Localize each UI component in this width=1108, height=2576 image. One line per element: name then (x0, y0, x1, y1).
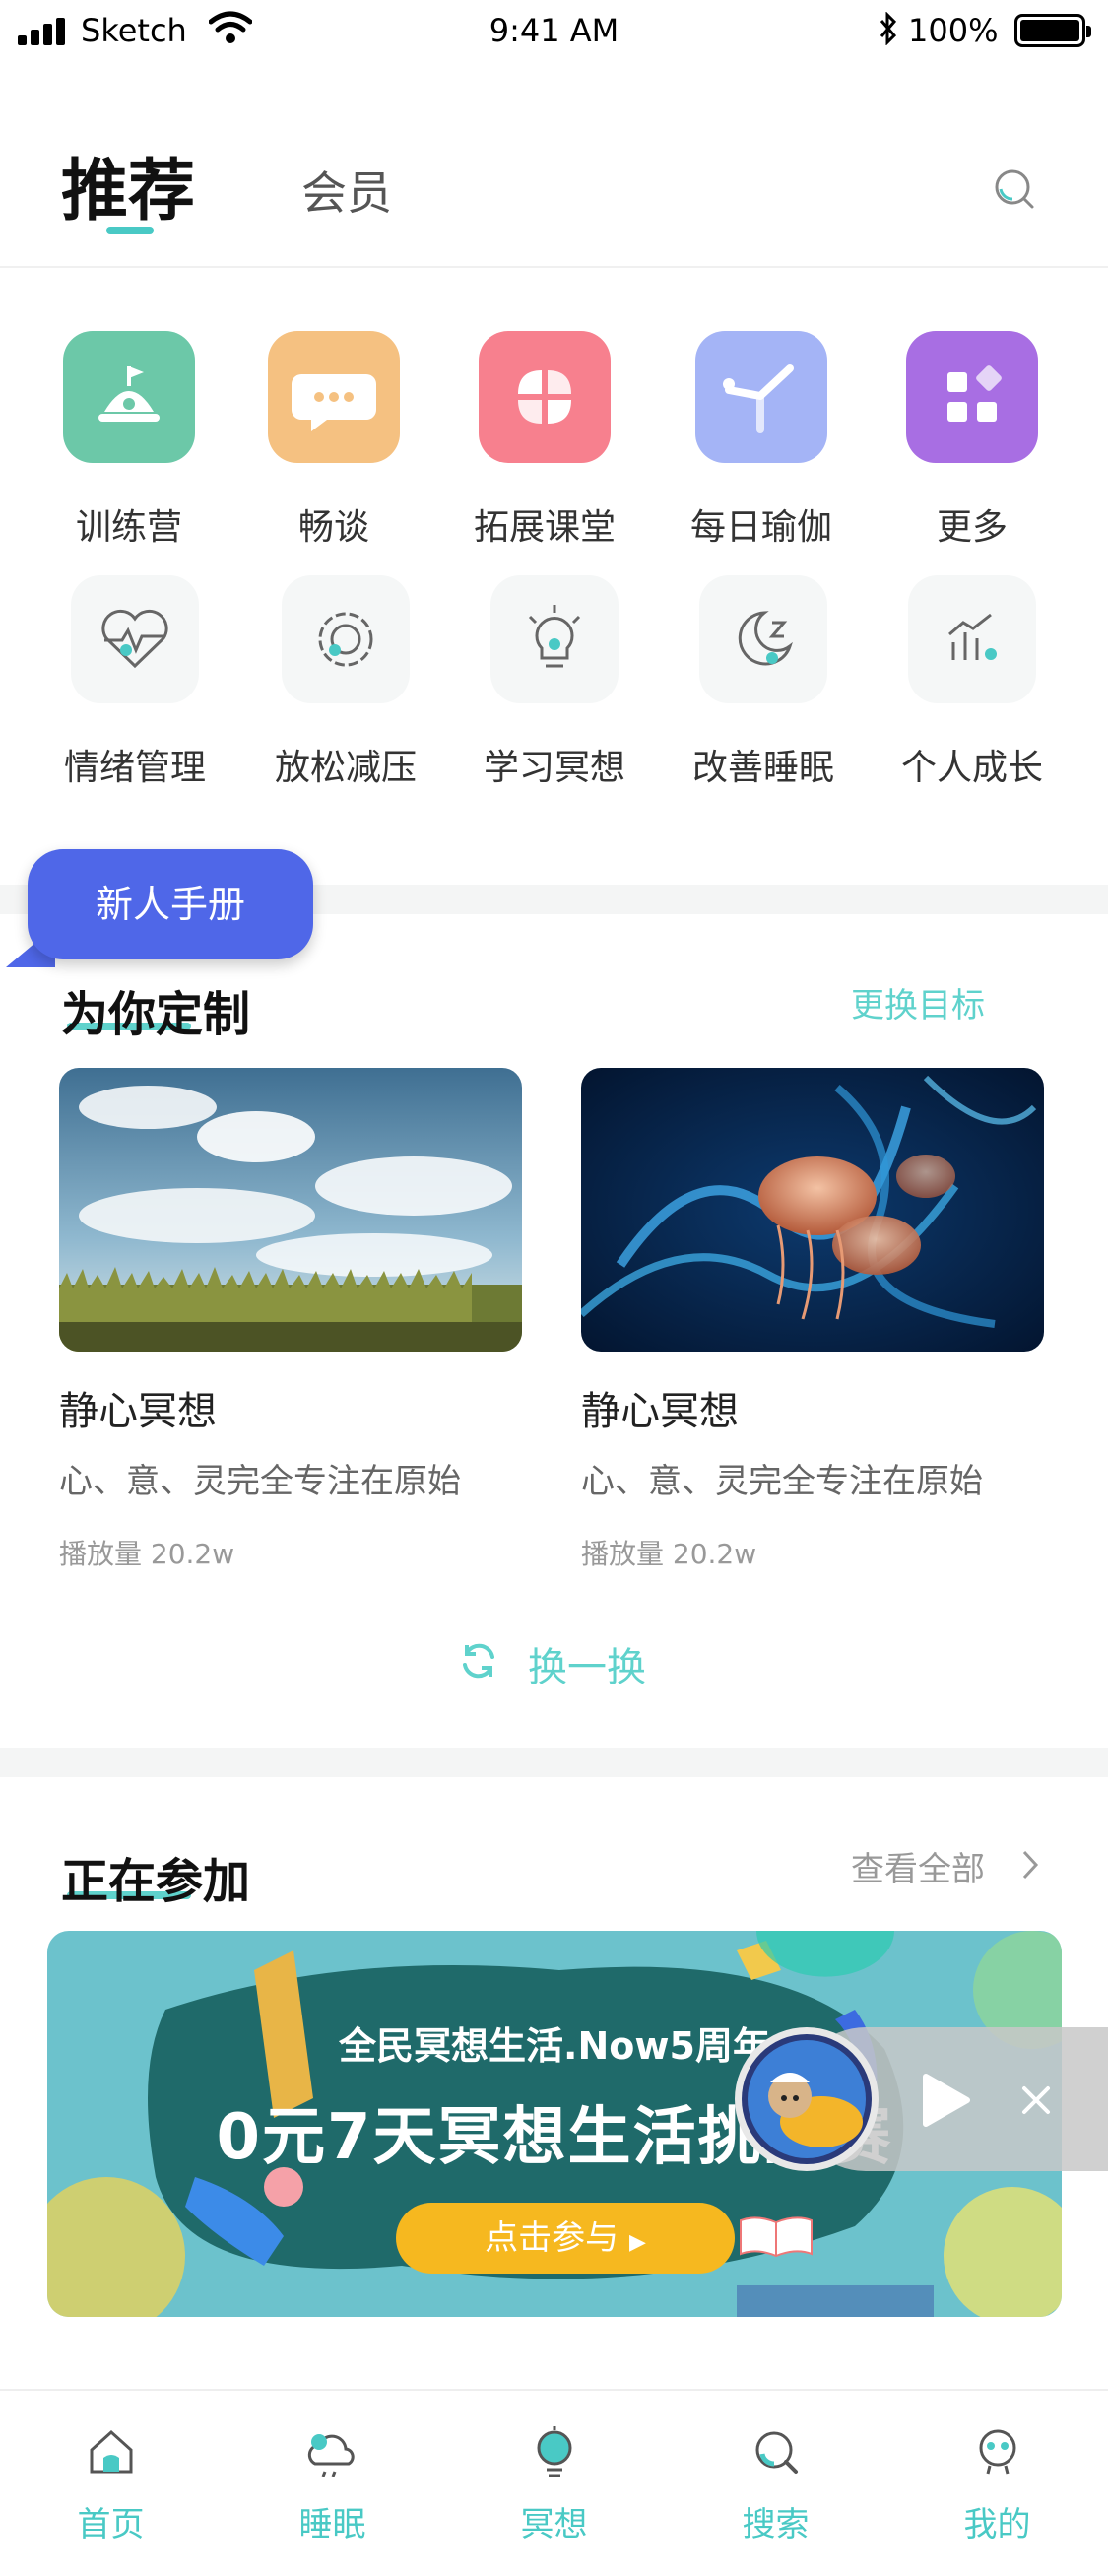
tab-label: 搜索 (742, 2505, 810, 2544)
grid-item-relax[interactable]: 放松减压 (252, 575, 439, 790)
tab-profile[interactable]: 我的 (886, 2424, 1108, 2545)
grid-item-training-camp[interactable]: 训练营 (35, 331, 223, 550)
card-play-count: 播放量 20.2w (59, 1538, 235, 1570)
grid-item-sleep[interactable]: 改善睡眠 (670, 575, 857, 790)
card-title[interactable]: 静心冥想 (581, 1379, 739, 1436)
tab-label: 睡眠 (298, 2505, 366, 2544)
bottom-tab-bar: 首页 睡眠 冥想 搜索 我的 (0, 2389, 1108, 2576)
refresh-button[interactable]: 换一换 (528, 1635, 646, 1692)
section-title-custom: 为你定制 (61, 987, 251, 1042)
section-title-joining: 正在参加 (61, 1854, 251, 1909)
open-book-icon (740, 2216, 813, 2258)
section-divider (0, 1748, 1108, 1777)
gear-flower-icon (282, 575, 410, 703)
grid-label: 更多 (936, 507, 1008, 548)
active-tab-indicator (106, 227, 154, 234)
tab-label: 冥想 (520, 2505, 588, 2544)
heart-pulse-icon (71, 575, 199, 703)
grid-label: 情绪管理 (63, 748, 206, 788)
grid-label: 学习冥想 (483, 748, 625, 788)
home-icon (90, 2429, 132, 2474)
tab-search[interactable]: 搜索 (665, 2424, 886, 2545)
card-description: 心、意、灵完全专注在原始 (581, 1462, 983, 1501)
chevron-right-icon[interactable] (1020, 1848, 1040, 1882)
card-description: 心、意、灵完全专注在原始 (59, 1462, 461, 1501)
sleep-cloud-icon (307, 2434, 355, 2477)
refresh-icon[interactable] (459, 1641, 498, 1681)
tab-meditation[interactable]: 冥想 (443, 2424, 665, 2545)
grid-item-chat[interactable]: 畅谈 (240, 331, 427, 550)
card-play-count: 播放量 20.2w (581, 1538, 757, 1570)
change-goal-link[interactable]: 更换目标 (851, 978, 985, 1026)
header-divider (0, 266, 1108, 268)
grid-item-expand-class[interactable]: 拓展课堂 (451, 331, 638, 550)
grid-label: 拓展课堂 (473, 507, 616, 548)
profile-face-icon (979, 2429, 1015, 2475)
tab-recommend[interactable]: 推荐 (61, 136, 195, 233)
search-icon[interactable] (993, 167, 1036, 211)
view-all-link[interactable]: 查看全部 (851, 1842, 985, 1890)
grid-item-growth[interactable]: 个人成长 (879, 575, 1066, 790)
moon-z-icon (699, 575, 827, 703)
join-button[interactable]: 点击参与 ▶ (396, 2203, 735, 2274)
lightbulb-icon (490, 575, 619, 703)
growth-chart-icon (908, 575, 1036, 703)
yoga-pose-icon (695, 331, 827, 463)
pinwheel-icon (479, 331, 611, 463)
grid-item-more[interactable]: 更多 (879, 331, 1066, 550)
search-tab-icon (755, 2431, 798, 2474)
tab-label: 我的 (963, 2505, 1031, 2544)
grid-item-learn-meditation[interactable]: 学习冥想 (461, 575, 648, 790)
grid-label: 畅谈 (297, 507, 369, 548)
play-triangle-icon: ▶ (628, 2230, 646, 2255)
battery-percent: 100% (908, 12, 999, 49)
status-bar: Sketch 9:41 AM 100% (0, 0, 1108, 61)
tab-label: 首页 (77, 2505, 145, 2544)
tab-sleep[interactable]: 睡眠 (222, 2424, 443, 2545)
close-icon[interactable] (1020, 2084, 1052, 2116)
floating-player[interactable] (735, 2027, 1108, 2171)
tab-member[interactable]: 会员 (301, 158, 392, 223)
battery-icon (1014, 14, 1091, 47)
player-artwork (735, 2027, 879, 2171)
grid-label: 每日瑜伽 (689, 507, 832, 548)
more-grid-icon (906, 331, 1038, 463)
grid-item-emotion[interactable]: 情绪管理 (41, 575, 228, 790)
bluetooth-icon (880, 12, 897, 45)
join-button-label: 点击参与 (485, 2218, 619, 2258)
grid-label: 训练营 (75, 507, 182, 548)
grid-label: 改善睡眠 (691, 748, 834, 788)
play-icon[interactable] (918, 2071, 973, 2130)
chat-bubble-icon (268, 331, 400, 463)
meditation-bulb-icon (537, 2426, 571, 2477)
newcomer-guide-tooltip[interactable]: 新人手册 (28, 849, 313, 959)
tab-home[interactable]: 首页 (0, 2424, 222, 2545)
grid-item-daily-yoga[interactable]: 每日瑜伽 (668, 331, 855, 550)
card-image-sky[interactable] (59, 1068, 522, 1352)
grid-label: 个人成长 (900, 748, 1043, 788)
card-title[interactable]: 静心冥想 (59, 1379, 217, 1436)
grid-label: 放松减压 (274, 748, 417, 788)
camp-bell-icon (63, 331, 195, 463)
card-image-jellyfish[interactable] (581, 1068, 1044, 1352)
